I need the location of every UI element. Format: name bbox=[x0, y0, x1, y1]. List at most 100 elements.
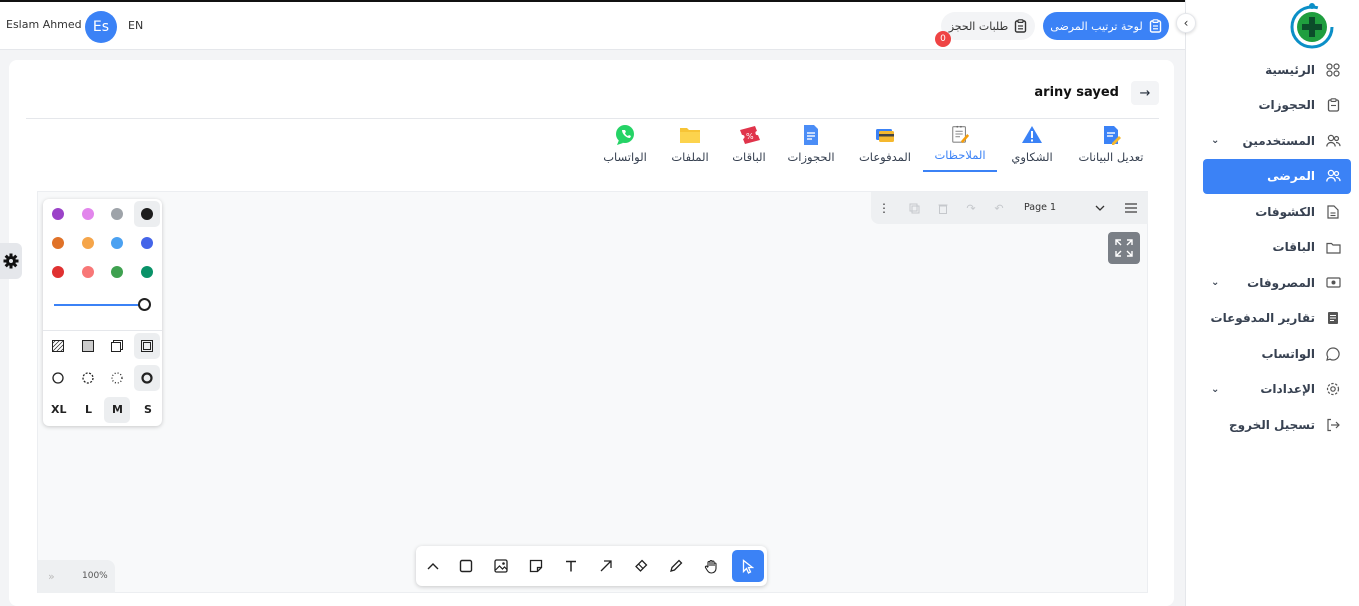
back-button[interactable]: → bbox=[1131, 81, 1159, 105]
color-swatch[interactable] bbox=[111, 237, 123, 249]
arrow-tool[interactable] bbox=[590, 550, 622, 582]
sidebar-item-users[interactable]: المستخدمين ⌄ bbox=[1203, 123, 1351, 159]
logout-icon bbox=[1325, 417, 1341, 433]
size-l[interactable]: L bbox=[85, 403, 92, 416]
sidebar-item-payment-reports[interactable]: تقارير المدفوعات bbox=[1203, 301, 1351, 337]
text-tool[interactable] bbox=[555, 550, 587, 582]
color-swatch[interactable] bbox=[82, 266, 94, 278]
color-swatch[interactable] bbox=[82, 237, 94, 249]
user-name[interactable]: Eslam Ahmed bbox=[6, 18, 82, 31]
drawing-toolbar bbox=[416, 546, 767, 586]
color-swatch[interactable] bbox=[111, 208, 123, 220]
booking-requests-button[interactable]: طلبات الحجز bbox=[941, 12, 1035, 40]
color-swatch[interactable] bbox=[82, 208, 94, 220]
tab-payments[interactable]: المدفوعات bbox=[852, 124, 918, 172]
color-swatch[interactable] bbox=[141, 208, 153, 220]
dash-draw-icon[interactable] bbox=[140, 371, 154, 385]
language-switch[interactable]: EN bbox=[128, 19, 143, 32]
note-tool[interactable] bbox=[520, 550, 552, 582]
menu-icon[interactable] bbox=[1124, 201, 1138, 215]
clipboard-icon bbox=[1325, 97, 1341, 113]
tab-files[interactable]: الملفات bbox=[667, 124, 713, 172]
opacity-slider-thumb[interactable] bbox=[138, 298, 151, 311]
fill-solid-icon[interactable] bbox=[81, 339, 95, 353]
trash-icon[interactable] bbox=[936, 201, 950, 215]
sidebar-item-settings[interactable]: الإعدادات ⌄ bbox=[1203, 372, 1351, 408]
patients-queue-label: لوحة ترتيب المرضى bbox=[1050, 19, 1143, 33]
color-swatch[interactable] bbox=[52, 237, 64, 249]
settings-icon bbox=[1325, 381, 1341, 397]
chevron-down-icon[interactable] bbox=[1093, 201, 1107, 215]
sidebar-item-home[interactable]: الرئيسية bbox=[1203, 52, 1351, 88]
select-tool[interactable] bbox=[732, 550, 764, 582]
opacity-slider-track[interactable] bbox=[54, 304, 144, 306]
color-swatch[interactable] bbox=[141, 237, 153, 249]
duplicate-icon[interactable] bbox=[907, 201, 921, 215]
notes-icon bbox=[952, 125, 970, 144]
sidebar-item-examinations[interactable]: الكشوفات bbox=[1203, 194, 1351, 230]
fill-pattern-icon[interactable] bbox=[51, 339, 65, 353]
tab-label: الشكاوي bbox=[1011, 150, 1053, 164]
color-swatch[interactable] bbox=[141, 266, 153, 278]
zoom-control[interactable]: » 100% bbox=[38, 560, 115, 593]
tab-edit-data[interactable]: تعديل البيانات bbox=[1072, 124, 1150, 172]
sidebar-item-label: الباقات bbox=[1272, 240, 1315, 255]
style-panel: XL L M S bbox=[43, 199, 162, 426]
more-tools-button[interactable] bbox=[417, 550, 449, 582]
patient-card: → ariny sayed تعديل البيانات الشكاوي الم… bbox=[9, 60, 1174, 606]
sidebar-item-packages[interactable]: الباقات bbox=[1203, 230, 1351, 266]
redo-icon[interactable]: ↷ bbox=[964, 201, 978, 215]
report-icon bbox=[1325, 310, 1341, 326]
dash-dotted-icon[interactable] bbox=[110, 371, 124, 385]
patients-queue-button[interactable]: لوحة ترتيب المرضى bbox=[1043, 12, 1169, 40]
dash-solid-icon[interactable] bbox=[51, 371, 65, 385]
image-tool[interactable] bbox=[485, 550, 517, 582]
sidebar-item-logout[interactable]: تسجيل الخروج bbox=[1203, 407, 1351, 443]
sidebar-item-label: الحجوزات bbox=[1258, 98, 1315, 113]
tab-complaints[interactable]: الشكاوي bbox=[1002, 124, 1062, 172]
more-vertical-icon[interactable]: ⋮ bbox=[877, 201, 891, 215]
sidebar-item-whatsapp[interactable]: الواتساب bbox=[1203, 336, 1351, 372]
color-swatch[interactable] bbox=[52, 208, 64, 220]
rectangle-tool[interactable] bbox=[450, 550, 482, 582]
divider bbox=[26, 118, 1159, 119]
avatar[interactable]: Es bbox=[85, 11, 117, 43]
sidebar-item-patients[interactable]: المرضى bbox=[1203, 158, 1351, 194]
dash-dashed-icon[interactable] bbox=[81, 371, 95, 385]
clipboard-icon bbox=[1015, 19, 1027, 33]
sidebar-item-label: تسجيل الخروج bbox=[1229, 417, 1315, 432]
tab-label: الحجوزات bbox=[787, 150, 835, 164]
fill-semi-icon[interactable] bbox=[110, 339, 124, 353]
undo-icon[interactable]: ↶ bbox=[992, 201, 1006, 215]
tab-notes[interactable]: الملاحظات bbox=[923, 124, 997, 172]
fill-none-icon[interactable] bbox=[140, 339, 154, 353]
sidebar-item-label: المصروفات bbox=[1247, 275, 1315, 290]
size-m[interactable]: M bbox=[112, 403, 123, 416]
tab-label: الملاحظات bbox=[934, 148, 986, 162]
settings-tab[interactable] bbox=[0, 243, 22, 279]
color-swatch[interactable] bbox=[52, 266, 64, 278]
whiteboard-canvas[interactable]: ⋮ ↷ ↶ Page 1 » 100% bbox=[37, 191, 1148, 593]
color-swatch[interactable] bbox=[111, 266, 123, 278]
sidebar-item-label: تقارير المدفوعات bbox=[1210, 311, 1315, 326]
double-chevron-right-icon[interactable]: » bbox=[48, 570, 55, 583]
sidebar-item-expenses[interactable]: المصروفات ⌄ bbox=[1203, 265, 1351, 301]
note-icon bbox=[529, 559, 543, 573]
tab-label: المدفوعات bbox=[858, 150, 911, 164]
tab-packages[interactable]: % الباقات bbox=[727, 124, 771, 172]
tab-label: تعديل البيانات bbox=[1078, 150, 1144, 164]
hand-tool[interactable] bbox=[695, 550, 727, 582]
arrow-icon bbox=[600, 560, 612, 572]
fullscreen-button[interactable] bbox=[1108, 232, 1140, 264]
eraser-tool[interactable] bbox=[625, 550, 657, 582]
tab-whatsapp[interactable]: الواتساب bbox=[599, 124, 651, 172]
chevron-down-icon: ⌄ bbox=[1211, 135, 1220, 147]
tab-bookings[interactable]: الحجوزات bbox=[783, 124, 839, 172]
sidebar-item-bookings[interactable]: الحجوزات bbox=[1203, 88, 1351, 124]
size-xl[interactable]: XL bbox=[51, 403, 67, 416]
sidebar-collapse-button[interactable]: ‹ bbox=[1176, 13, 1196, 33]
pencil-tool[interactable] bbox=[660, 550, 692, 582]
whatsapp-icon bbox=[616, 125, 634, 145]
patient-name: ariny sayed bbox=[1034, 85, 1119, 100]
size-s[interactable]: S bbox=[144, 403, 152, 416]
